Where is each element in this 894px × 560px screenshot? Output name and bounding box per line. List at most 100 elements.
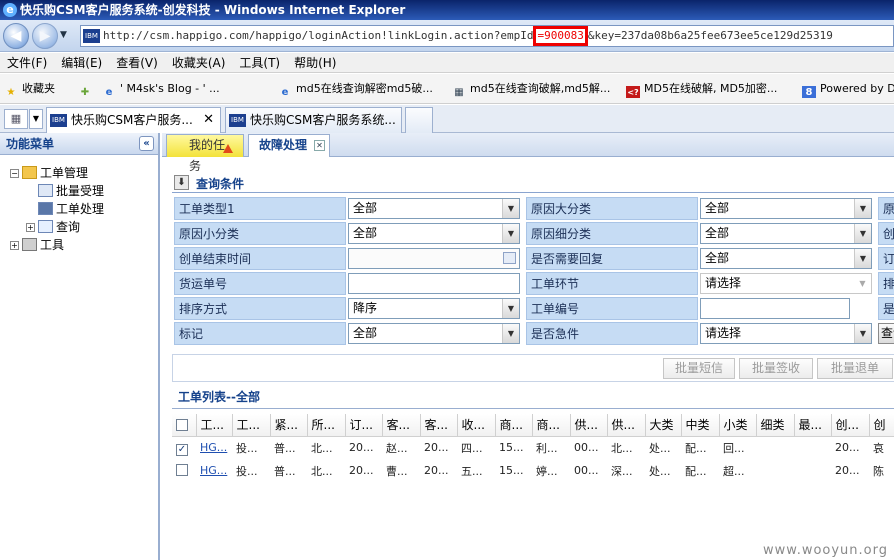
tree-item-ticket-management[interactable]: − 工单管理 (10, 164, 88, 182)
ie-page-icon: e (105, 87, 113, 98)
favorite-link-3[interactable]: ▦ md5在线查询破解,md5解... (452, 80, 620, 98)
menu-view[interactable]: 查看(V) (109, 53, 165, 73)
create-end-time-input[interactable] (348, 248, 520, 269)
tree-item-batch-accept[interactable]: 批量受理 (38, 182, 104, 200)
row-checkbox-checked[interactable]: ✓ (176, 443, 188, 456)
table-cell: 00... (574, 464, 599, 477)
collapse-section-icon[interactable]: ⬇ (174, 175, 189, 190)
column-header[interactable]: 商... (495, 414, 533, 437)
sort-order-select[interactable]: 降序 ▼ (348, 298, 520, 319)
tree-item-ticket-processing[interactable]: 工单处理 (38, 200, 104, 218)
mark-label: 标记 (174, 322, 346, 345)
tab-list-dropdown-icon[interactable]: ▼ (29, 109, 43, 129)
needs-reply-select[interactable]: 全部 ▼ (700, 248, 872, 269)
favorite-link-4[interactable]: <? MD5在线破解, MD5加密... (626, 80, 796, 98)
table-cell (794, 436, 831, 459)
back-button[interactable]: ◀ (3, 23, 29, 49)
table-row[interactable]: ✓ HG... 投... 普... 北... 20... 赵... 20... … (172, 436, 894, 459)
close-tab-icon[interactable]: ✕ (203, 108, 214, 132)
tree-item-tools[interactable]: + 工具 (10, 236, 64, 254)
column-header[interactable]: 收... (457, 414, 496, 437)
favorite-link-2[interactable]: e md5在线查询解密md5破... (278, 80, 446, 98)
column-header[interactable]: 细类 (756, 414, 795, 437)
sidebar-header: 功能菜单 « (0, 133, 158, 155)
column-header[interactable]: 紧... (270, 414, 308, 437)
warning-icon (223, 144, 233, 153)
urgent-select[interactable]: 请选择 ▼ (700, 323, 872, 344)
forward-button[interactable]: ▶ (32, 23, 58, 49)
column-header[interactable]: 工... (232, 414, 271, 437)
column-header[interactable]: 小类 (719, 414, 757, 437)
column-header[interactable]: 创... (831, 414, 870, 437)
column-header[interactable]: 大类 (645, 414, 682, 437)
chevron-down-icon: ▼ (854, 324, 871, 343)
cause-detail-category-select[interactable]: 全部 ▼ (700, 223, 872, 244)
shipping-number-input[interactable] (348, 273, 520, 294)
column-header[interactable]: 客... (382, 414, 421, 437)
cause-minor-category-select[interactable]: 全部 ▼ (348, 223, 520, 244)
tab-fault-handling[interactable]: 故障处理 ✕ (248, 134, 330, 157)
batch-sign-button[interactable]: 批量签收 (739, 358, 813, 379)
browser-tab-1[interactable]: IBM 快乐购CSM客户服务... ✕ (46, 107, 221, 133)
menu-help[interactable]: 帮助(H) (287, 53, 343, 73)
select-all-header[interactable] (172, 414, 197, 437)
expand-node-icon[interactable]: + (10, 241, 19, 250)
favorite-link-1[interactable]: e ' M4sk's Blog - ' ... (102, 80, 272, 98)
favorite-link-label: md5在线查询破解,md5解... (470, 82, 611, 95)
column-header[interactable]: 工... (196, 414, 233, 437)
menu-file[interactable]: 文件(F) (0, 53, 54, 73)
menu-edit[interactable]: 编辑(E) (54, 53, 109, 73)
table-row[interactable]: HG... 投... 普... 北... 20... 曹... 20... 五.… (172, 459, 894, 482)
address-bar[interactable]: IBM http://csm.happigo.com/happigo/login… (80, 25, 894, 47)
ticket-number-input[interactable] (700, 298, 850, 319)
red-site-icon: <? (626, 86, 640, 98)
add-favorite-icon[interactable]: ✚ (78, 80, 96, 98)
collapse-sidebar-icon[interactable]: « (139, 136, 154, 151)
favorites-label: 收藏夹 (22, 82, 55, 95)
ticket-id-link[interactable]: HG... (196, 436, 232, 459)
column-header[interactable]: 中类 (681, 414, 720, 437)
menu-tools[interactable]: 工具(T) (232, 53, 287, 73)
favorites-button[interactable]: ★ 收藏夹 (4, 80, 72, 98)
table-cell: 普... (274, 441, 296, 455)
tree-item-query[interactable]: + 查询 (26, 218, 80, 236)
chevron-down-icon: ▼ (502, 199, 519, 218)
column-header[interactable]: 所... (307, 414, 346, 437)
browser-tab-label: 快乐购CSM客户服务... (71, 113, 193, 127)
ticket-type-select[interactable]: 全部 ▼ (348, 198, 520, 219)
magnifier-icon (38, 220, 53, 233)
mark-select[interactable]: 全部 ▼ (348, 323, 520, 344)
grid-site-icon: ▦ (454, 87, 464, 98)
cause-major-category-select[interactable]: 全部 ▼ (700, 198, 872, 219)
new-tab-button[interactable] (405, 107, 433, 133)
column-header[interactable]: 最... (794, 414, 832, 437)
quick-tabs-icon[interactable]: ▦ (4, 109, 28, 129)
expand-node-icon[interactable]: + (26, 223, 35, 232)
batch-sms-button[interactable]: 批量短信 (663, 358, 735, 379)
sort-order-label: 排序方式 (174, 297, 346, 320)
favorite-link-label: md5在线查询解密md5破... (296, 82, 433, 95)
column-header[interactable]: 供... (607, 414, 646, 437)
recent-pages-dropdown-icon[interactable]: ▼ (60, 30, 67, 40)
favorite-link-5[interactable]: 8 Powered by D (802, 80, 894, 98)
batch-return-button[interactable]: 批量退单 (817, 358, 893, 379)
needs-reply-label: 是否需要回复 (526, 247, 698, 270)
column-header[interactable]: 商... (532, 414, 571, 437)
close-tab-icon[interactable]: ✕ (314, 140, 325, 151)
ticket-id-link[interactable]: HG... (196, 459, 232, 482)
ticket-stage-select[interactable]: 请选择 ▼ (700, 273, 872, 294)
query-button[interactable]: 查询 (878, 323, 894, 344)
ie-page-icon: e (281, 87, 289, 98)
column-header[interactable]: 创 (869, 414, 894, 437)
column-header[interactable]: 订... (345, 414, 383, 437)
row-checkbox[interactable] (176, 464, 188, 476)
tab-my-tasks[interactable]: 我的任务 (166, 134, 244, 173)
column-header[interactable]: 供... (570, 414, 608, 437)
table-cell: 北... (311, 464, 333, 478)
column-header[interactable]: 客... (420, 414, 458, 437)
calendar-icon[interactable] (503, 252, 516, 264)
select-all-checkbox[interactable] (176, 418, 188, 431)
collapse-node-icon[interactable]: − (10, 169, 19, 178)
menu-favorites[interactable]: 收藏夹(A) (165, 53, 233, 73)
browser-tab-2[interactable]: IBM 快乐购CSM客户服务系统... (225, 107, 402, 133)
